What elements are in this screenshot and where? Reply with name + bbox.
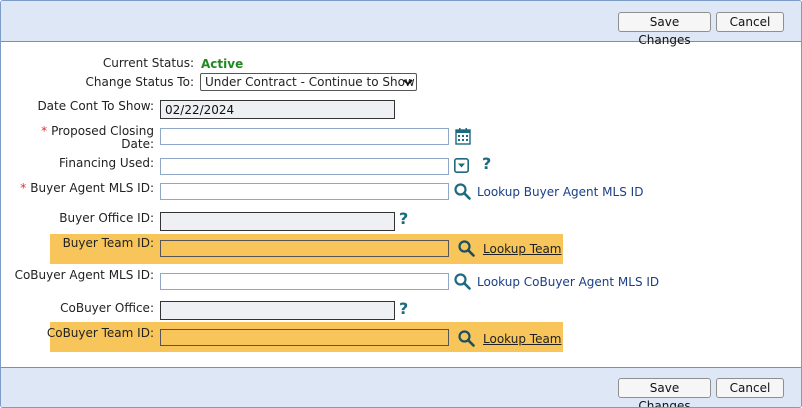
search-icon[interactable]	[454, 183, 471, 200]
required-marker: *	[41, 124, 48, 138]
buyer-agent-mls-field[interactable]	[160, 183, 449, 200]
buyer-team-field[interactable]	[160, 240, 449, 257]
cobuyer-office-label: CoBuyer Office:	[60, 301, 154, 315]
cancel-button-bottom[interactable]: Cancel	[716, 378, 784, 398]
buyer-office-field[interactable]	[160, 212, 395, 231]
search-icon[interactable]	[454, 273, 471, 290]
cobuyer-team-label: CoBuyer Team ID:	[46, 326, 154, 340]
current-status-value: Active	[201, 57, 244, 71]
change-status-selected: Under Contract - Continue to Show	[205, 75, 415, 89]
save-changes-button-bottom[interactable]: Save Changes	[618, 378, 711, 407]
form-panel: Save Changes Cancel Current Status: Acti…	[0, 0, 802, 408]
date-cont-label: Date Cont To Show:	[37, 99, 154, 113]
date-cont-field[interactable]	[160, 100, 395, 119]
financing-help-icon[interactable]: ?	[482, 156, 491, 172]
search-icon[interactable]	[458, 330, 475, 347]
change-status-label: Change Status To:	[85, 75, 195, 89]
cobuyer-team-field[interactable]	[160, 329, 449, 346]
change-status-select[interactable]: Under Contract - Continue to Show	[200, 73, 417, 91]
buyer-agent-label-text: Buyer Agent MLS ID:	[30, 181, 154, 195]
proposed-closing-date-field[interactable]	[160, 128, 449, 145]
required-marker: *	[20, 181, 27, 195]
bottom-toolbar: Save Changes Cancel	[1, 367, 801, 407]
lookup-cobuyer-team-link[interactable]: Lookup Team	[483, 332, 562, 346]
cobuyer-agent-mls-field[interactable]	[160, 273, 449, 290]
buyer-agent-label: * Buyer Agent MLS ID:	[20, 182, 154, 195]
lookup-cobuyer-team-text[interactable]: Lookup Team	[483, 332, 562, 346]
lookup-buyer-team-text[interactable]: Lookup Team	[483, 242, 562, 256]
dropdown-icon[interactable]	[454, 158, 469, 173]
cobuyer-office-field[interactable]	[160, 301, 395, 320]
buyer-office-help-icon[interactable]: ?	[399, 211, 408, 227]
lookup-buyer-team-link[interactable]: Lookup Team	[483, 242, 562, 256]
proposed-closing-label-line2: Date:	[121, 137, 154, 151]
buyer-team-label: Buyer Team ID:	[62, 236, 154, 250]
save-changes-button-top[interactable]: Save Changes	[618, 12, 711, 47]
buyer-office-label: Buyer Office ID:	[59, 211, 154, 225]
chevron-down-icon	[403, 79, 413, 86]
search-icon[interactable]	[458, 240, 475, 257]
lookup-cobuyer-agent-link[interactable]: Lookup CoBuyer Agent MLS ID	[477, 275, 659, 289]
proposed-closing-label-line1: Proposed Closing	[51, 124, 154, 138]
cobuyer-office-help-icon[interactable]: ?	[399, 301, 408, 317]
lookup-buyer-agent-link[interactable]: Lookup Buyer Agent MLS ID	[477, 185, 643, 199]
current-status-label: Current Status:	[102, 56, 194, 70]
financing-field[interactable]	[160, 158, 449, 175]
cancel-button-top[interactable]: Cancel	[716, 12, 784, 32]
cobuyer-agent-label: CoBuyer Agent MLS ID:	[14, 268, 154, 282]
financing-label: Financing Used:	[59, 156, 154, 170]
top-toolbar: Save Changes Cancel	[1, 1, 801, 47]
calendar-icon[interactable]	[455, 127, 471, 145]
